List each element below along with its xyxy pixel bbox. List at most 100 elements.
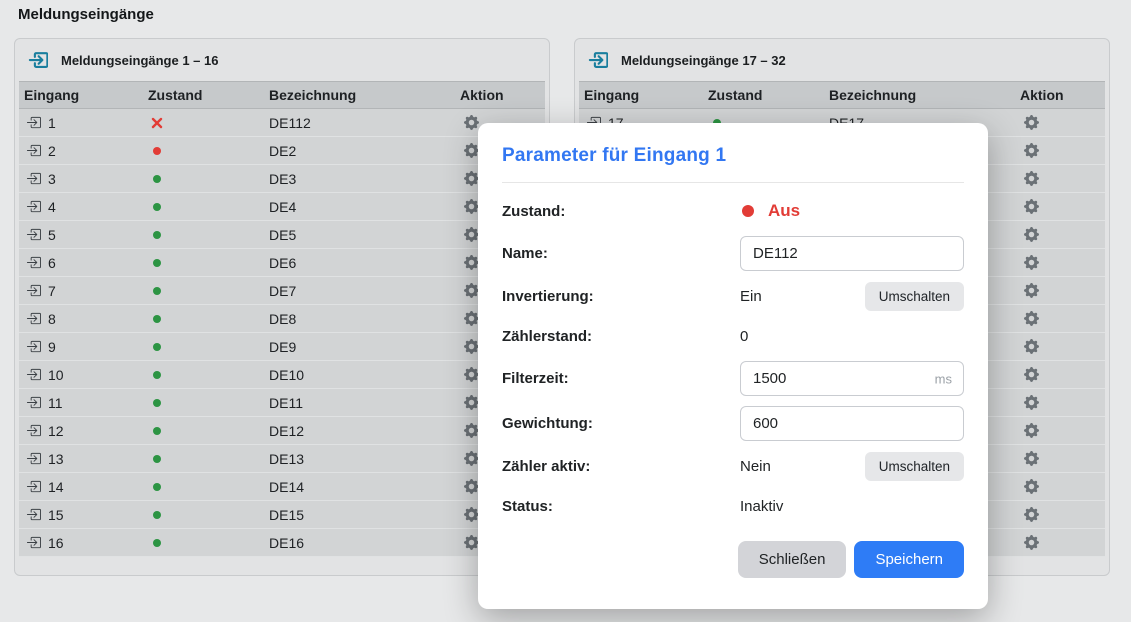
eingang-number: 1 [48, 115, 56, 131]
gear-icon[interactable] [1024, 395, 1039, 410]
meldungseingaenge-page: Meldungseingänge Meldungseingänge 1 – 16… [0, 0, 1131, 622]
bezeichnung-label: DE2 [264, 143, 455, 159]
input-icon [26, 227, 41, 242]
gear-icon[interactable] [1024, 143, 1039, 158]
table-row: 8DE8 [19, 305, 545, 333]
gear-icon[interactable] [1024, 535, 1039, 550]
gear-icon[interactable] [1024, 479, 1039, 494]
invertierung-label: Invertierung: [502, 288, 740, 305]
gear-icon[interactable] [1024, 507, 1039, 522]
gear-icon[interactable] [464, 311, 479, 326]
eingang-number: 4 [48, 199, 56, 215]
invertierung-umschalten-button[interactable]: Umschalten [865, 282, 964, 311]
speichern-button[interactable]: Speichern [854, 541, 964, 578]
gear-icon[interactable] [464, 143, 479, 158]
gear-icon[interactable] [464, 227, 479, 242]
gear-icon[interactable] [464, 395, 479, 410]
gear-icon[interactable] [1024, 199, 1039, 214]
eingang-number: 6 [48, 255, 56, 271]
gear-icon[interactable] [1024, 255, 1039, 270]
zaehlerstand-label: Zählerstand: [502, 328, 740, 345]
panel-title: Meldungseingänge 17 – 32 [621, 53, 786, 68]
state-on-dot-icon [153, 287, 161, 295]
table-row: 3DE3 [19, 165, 545, 193]
table-row: 4DE4 [19, 193, 545, 221]
gear-icon[interactable] [464, 255, 479, 270]
state-on-dot-icon [153, 315, 161, 323]
state-on-dot-icon [153, 175, 161, 183]
eingang-number: 10 [48, 367, 64, 383]
gear-icon[interactable] [464, 199, 479, 214]
zaehler-aktiv-label: Zähler aktiv: [502, 458, 740, 475]
gewichtung-input[interactable] [740, 406, 964, 441]
input-icon [26, 507, 41, 522]
gear-icon[interactable] [1024, 339, 1039, 354]
panel-title: Meldungseingänge 1 – 16 [61, 53, 219, 68]
eingang-number: 12 [48, 423, 64, 439]
eingang-number: 11 [48, 395, 63, 411]
gear-icon[interactable] [464, 423, 479, 438]
column-header-eingang: Eingang [579, 87, 703, 103]
bezeichnung-label: DE11 [264, 395, 455, 411]
bezeichnung-label: DE10 [264, 367, 455, 383]
eingang-number: 16 [48, 535, 64, 551]
gear-icon[interactable] [1024, 227, 1039, 242]
state-on-dot-icon [153, 259, 161, 267]
input-icon [26, 115, 41, 130]
table-row: 12DE12 [19, 417, 545, 445]
schliessen-button[interactable]: Schließen [738, 541, 847, 578]
bezeichnung-label: DE6 [264, 255, 455, 271]
field-row-filterzeit: Filterzeit: ms [502, 361, 964, 396]
column-header-aktion: Aktion [1015, 87, 1105, 103]
table-row: 2DE2 [19, 137, 545, 165]
gear-icon[interactable] [464, 283, 479, 298]
invertierung-value: Ein [740, 288, 762, 305]
panel-header: Meldungseingänge 1 – 16 [15, 39, 549, 81]
filterzeit-input[interactable] [740, 361, 964, 396]
state-on-dot-icon [153, 231, 161, 239]
zaehler-aktiv-umschalten-button[interactable]: Umschalten [865, 452, 964, 481]
gear-icon[interactable] [1024, 115, 1039, 130]
bezeichnung-label: DE7 [264, 283, 455, 299]
panel-header: Meldungseingänge 17 – 32 [575, 39, 1109, 81]
gear-icon[interactable] [1024, 367, 1039, 382]
dialog-footer: Schließen Speichern [502, 541, 964, 578]
gear-icon[interactable] [1024, 311, 1039, 326]
gear-icon[interactable] [1024, 171, 1039, 186]
gear-icon[interactable] [464, 451, 479, 466]
gear-icon[interactable] [1024, 283, 1039, 298]
table-row: 11 DE11 [19, 389, 545, 417]
gear-icon[interactable] [1024, 423, 1039, 438]
column-header-aktion: Aktion [455, 87, 545, 103]
column-header-eingang: Eingang [19, 87, 143, 103]
bezeichnung-label: DE3 [264, 171, 455, 187]
field-row-name: Name: [502, 236, 964, 271]
bezeichnung-label: DE8 [264, 311, 455, 327]
gear-icon[interactable] [464, 535, 479, 550]
gear-icon[interactable] [1024, 451, 1039, 466]
gear-icon[interactable] [464, 507, 479, 522]
eingang-number: 9 [48, 339, 56, 355]
eingang-number: 15 [48, 507, 64, 523]
gear-icon[interactable] [464, 367, 479, 382]
table-row: 14DE14 [19, 473, 545, 501]
state-on-dot-icon [153, 343, 161, 351]
input-icon [26, 535, 41, 550]
bezeichnung-label: DE112 [264, 115, 455, 131]
gear-icon[interactable] [464, 339, 479, 354]
box-arrow-in-icon [588, 50, 608, 70]
gear-icon[interactable] [464, 479, 479, 494]
state-on-dot-icon [153, 371, 161, 379]
state-off-dot-icon [742, 205, 754, 217]
gear-icon[interactable] [464, 115, 479, 130]
page-title: Meldungseingänge [18, 6, 154, 23]
gear-icon[interactable] [464, 171, 479, 186]
bezeichnung-label: DE5 [264, 227, 455, 243]
name-input[interactable] [740, 236, 964, 271]
state-on-dot-icon [153, 455, 161, 463]
field-row-status: Status: Inaktiv [502, 491, 964, 521]
input-icon [26, 479, 41, 494]
table-row: 10 DE10 [19, 361, 545, 389]
field-row-zaehlerstand: Zählerstand: 0 [502, 321, 964, 351]
column-header-zustand: Zustand [703, 87, 824, 103]
